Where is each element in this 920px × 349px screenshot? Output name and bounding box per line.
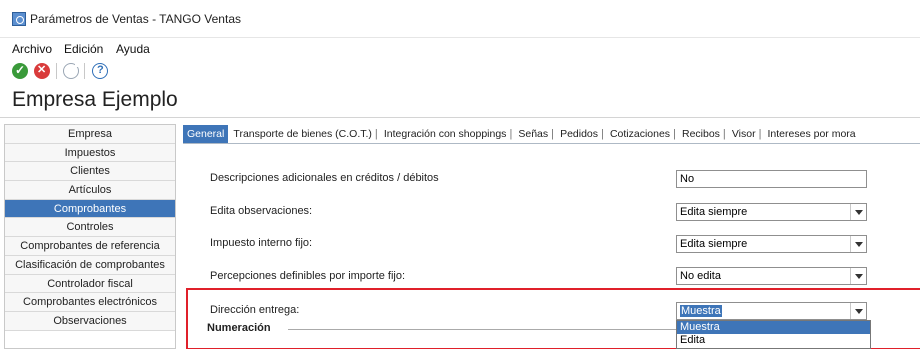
tab-bar: General Transporte de bienes (C.O.T.) | I… <box>183 125 920 144</box>
tab-separator: | <box>601 128 604 140</box>
sidebar-item-comprobantes[interactable]: Comprobantes <box>5 199 175 219</box>
divider <box>0 117 920 118</box>
sidebar-item-empresa[interactable]: Empresa <box>5 125 175 144</box>
direccion-entrega-select[interactable]: Muestra <box>676 302 867 320</box>
refresh-icon[interactable] <box>63 62 80 79</box>
sidebar-item-comprobantes-referencia[interactable]: Comprobantes de referencia <box>5 237 175 256</box>
direccion-entrega-value: Muestra <box>680 305 722 317</box>
impuesto-interno-select[interactable]: Edita siempre <box>676 235 867 253</box>
sidebar-item-controlador-fiscal[interactable]: Controlador fiscal <box>5 274 175 294</box>
chevron-down-icon[interactable] <box>850 268 866 284</box>
sidebar-item-articulos[interactable]: Artículos <box>5 181 175 200</box>
impuesto-interno-label: Impuesto interno fijo: <box>210 237 313 249</box>
toolbar <box>0 60 920 82</box>
edita-observaciones-label: Edita observaciones: <box>210 205 313 217</box>
dropdown-list: Muestra Edita <box>676 320 871 349</box>
window-title: Parámetros de Ventas - TANGO Ventas <box>30 12 241 26</box>
tab-transporte[interactable]: Transporte de bienes (C.O.T.) <box>231 125 374 143</box>
sidebar-item-controles[interactable]: Controles <box>5 218 175 238</box>
edita-observaciones-select[interactable]: Edita siempre <box>676 203 867 221</box>
app-icon <box>12 12 26 26</box>
sidebar-item-clientes[interactable]: Clientes <box>5 162 175 182</box>
toolbar-separator <box>56 63 57 79</box>
sidebar-item-comprobantes-electronicos[interactable]: Comprobantes electrónicos <box>5 293 175 312</box>
sidebar-item-impuestos[interactable]: Impuestos <box>5 143 175 163</box>
chevron-down-icon[interactable] <box>850 303 866 319</box>
desc-adicionales-field[interactable]: No <box>676 170 867 188</box>
dropdown-option-edita[interactable]: Edita <box>677 334 870 347</box>
edita-observaciones-value: Edita siempre <box>680 206 748 218</box>
tab-separator: | <box>509 128 513 140</box>
help-icon[interactable] <box>92 63 108 79</box>
desc-adicionales-label: Descripciones adicionales en créditos / … <box>210 172 439 184</box>
title-bar: Parámetros de Ventas - TANGO Ventas <box>0 0 920 38</box>
percepciones-value: No edita <box>680 270 721 282</box>
tab-intereses[interactable]: Intereses por mora <box>766 125 858 143</box>
company-name: Empresa Ejemplo <box>12 88 178 111</box>
tab-separator: | <box>722 128 726 140</box>
section-divider <box>288 329 676 330</box>
menu-archivo[interactable]: Archivo <box>12 42 52 56</box>
menu-ayuda[interactable]: Ayuda <box>116 42 150 56</box>
menu-bar: Archivo Edición Ayuda <box>0 38 920 58</box>
direccion-entrega-label: Dirección entrega: <box>210 304 300 316</box>
tab-senas[interactable]: Señas <box>516 125 550 143</box>
sidebar-item-clasificacion[interactable]: Clasificación de comprobantes <box>5 255 175 275</box>
tab-separator: | <box>374 128 378 140</box>
impuesto-interno-value: Edita siempre <box>680 238 748 250</box>
tab-separator: | <box>551 128 554 140</box>
tab-visor[interactable]: Visor <box>730 125 758 143</box>
toolbar-separator <box>84 63 85 79</box>
chevron-down-icon[interactable] <box>850 204 866 220</box>
menu-edicion[interactable]: Edición <box>64 42 103 56</box>
tab-integracion[interactable]: Integración con shoppings <box>382 125 509 143</box>
percepciones-select[interactable]: No edita <box>676 267 867 285</box>
chevron-down-icon[interactable] <box>850 236 866 252</box>
dropdown-option-muestra[interactable]: Muestra <box>677 321 870 334</box>
tab-general[interactable]: General <box>183 125 229 143</box>
desc-adicionales-value: No <box>680 173 695 185</box>
cancel-icon[interactable] <box>34 63 50 79</box>
section-numeracion: Numeración <box>207 322 271 334</box>
ok-icon[interactable] <box>12 63 28 79</box>
tab-separator: | <box>673 128 676 140</box>
tab-recibos[interactable]: Recibos <box>680 125 722 143</box>
tab-separator: | <box>758 128 762 140</box>
sidebar: Empresa Impuestos Clientes Artículos Com… <box>4 124 176 349</box>
tab-cotizaciones[interactable]: Cotizaciones <box>608 125 672 143</box>
percepciones-label: Percepciones definibles por importe fijo… <box>210 270 406 282</box>
sidebar-item-observaciones[interactable]: Observaciones <box>5 311 175 331</box>
tab-pedidos[interactable]: Pedidos <box>558 125 600 143</box>
